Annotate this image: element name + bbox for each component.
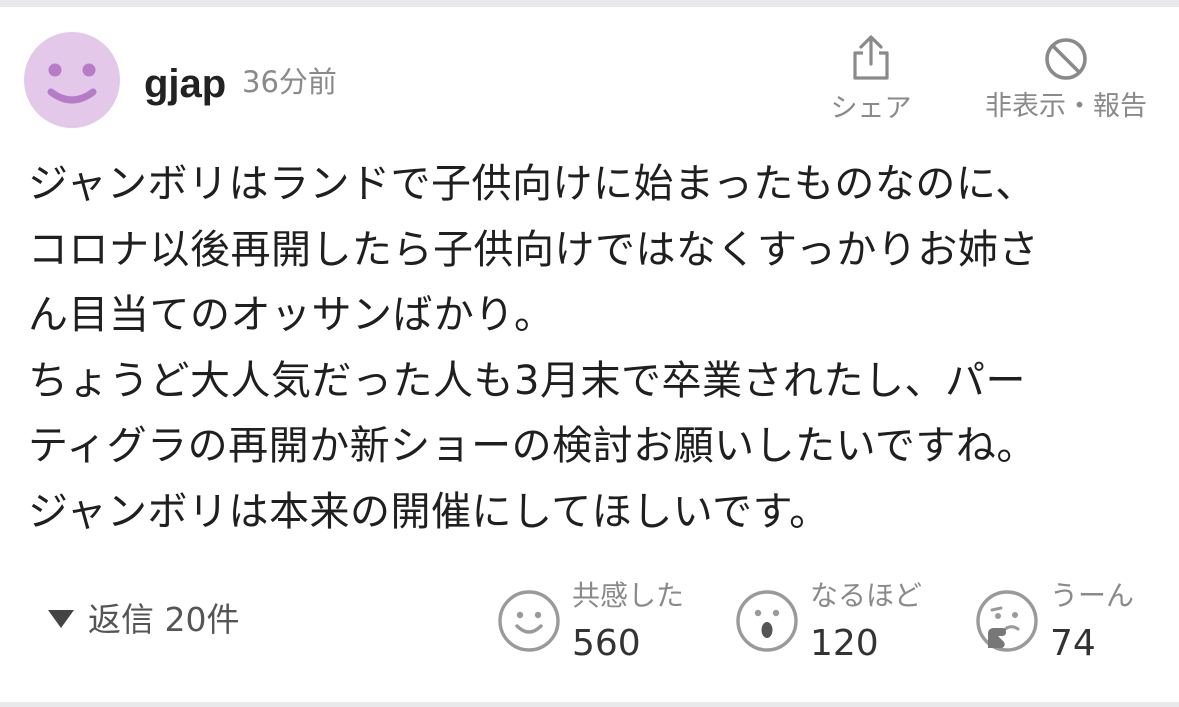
replies-label: 返信 20件 [88,600,240,639]
reaction-count: 74 [1050,623,1096,664]
report-button[interactable]: 非表示・報告 [975,34,1157,124]
comment-line: ジャンボリはランドで子供向けに始まったものなのに、 [28,161,1036,207]
reaction-count: 120 [810,623,879,664]
surprised-face-icon [736,590,798,652]
reaction-hmm-button[interactable]: うーん 74 [974,574,1164,674]
prohibited-icon [1045,38,1087,80]
comment-line: ティグラの再開か新ショーの検討お願いしたいですね。 [28,423,1037,469]
reaction-insightful-button[interactable]: なるほど 120 [734,574,944,674]
comment-line: ジャンボリは本来の開催にしてほしいです。 [28,488,830,535]
reaction-label: うーん [1050,579,1135,612]
report-label: 非表示・報告 [985,91,1147,122]
thinking-face-icon [976,590,1038,652]
comment-body: ジャンボリはランドで子供向けに始まったものなのに、 コロナ以後再開したら子供向け… [28,152,1158,545]
comment-line: ちょうど大人気だった人も3月末で卒業されたし、パー [28,357,1026,404]
comment-line: コロナ以後再開したら子供向けではなくすっかりお姉さ [28,226,1039,273]
reaction-agree-button[interactable]: 共感した 560 [496,574,706,674]
share-button[interactable]: シェア [826,34,916,126]
top-divider [0,0,1179,7]
user-avatar[interactable] [24,32,120,128]
reaction-label: 共感した [572,579,685,612]
share-label: シェア [830,93,912,124]
share-icon [853,35,889,80]
comment-line: ん目当てのオッサンばかり。 [28,292,555,338]
triangle-down-icon [48,609,74,628]
smile-face-icon [498,590,560,652]
replies-toggle[interactable]: 返信 20件 [48,596,239,644]
reaction-count: 560 [572,623,641,664]
smiley-avatar-icon [47,63,97,104]
timestamp: 36分前 [242,65,337,99]
username[interactable]: gjap [144,60,226,108]
reaction-label: なるほど [810,579,923,612]
bottom-divider [0,702,1179,707]
